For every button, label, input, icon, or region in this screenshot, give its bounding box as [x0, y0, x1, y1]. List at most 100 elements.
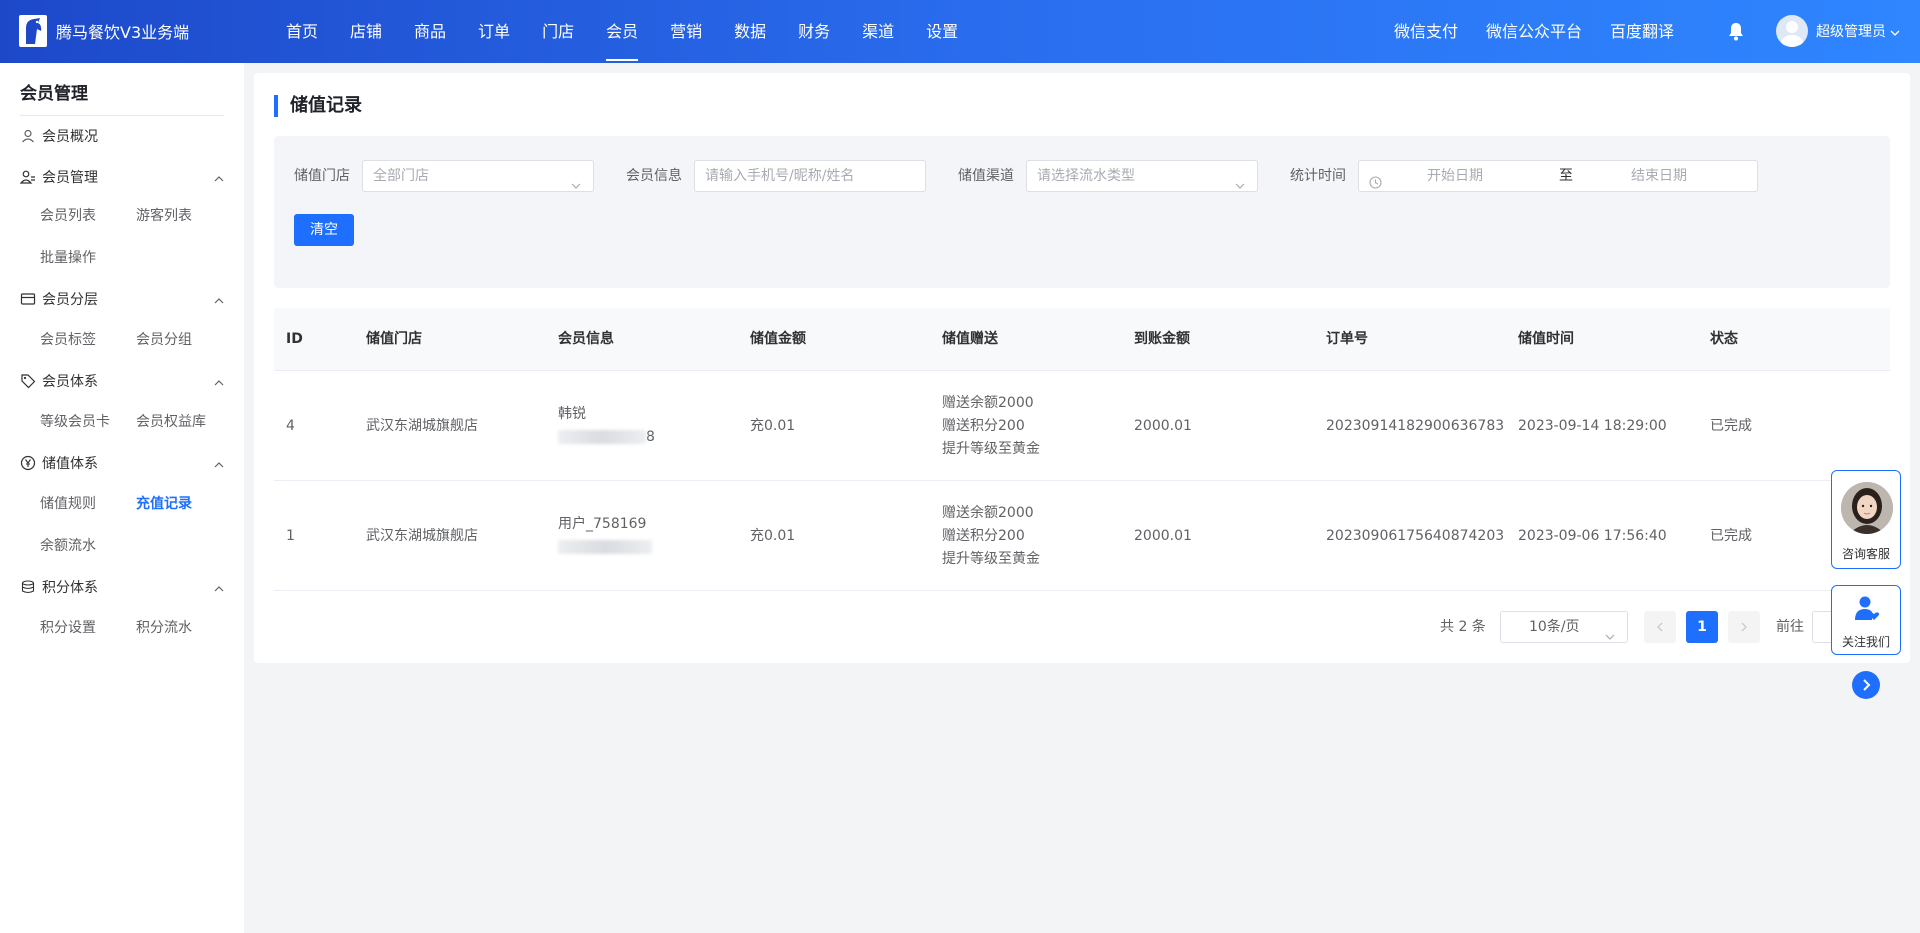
sidebar-item-guest-list[interactable]: 游客列表	[136, 205, 192, 225]
link-wechat-pay[interactable]: 微信支付	[1380, 0, 1472, 63]
channel-filter-label: 储值渠道	[958, 168, 1014, 184]
cell-amount: 充0.01	[750, 417, 796, 434]
sidebar-item-member-tags[interactable]: 会员标签	[40, 329, 96, 349]
date-range-picker[interactable]: 开始日期 至 结束日期	[1358, 160, 1758, 192]
chevron-up-icon	[214, 458, 224, 468]
chevron-left-icon	[1657, 622, 1663, 632]
member-filter-label: 会员信息	[626, 168, 682, 184]
page-size-select[interactable]: 10条/页	[1500, 611, 1628, 643]
collapse-float-button[interactable]	[1852, 671, 1880, 699]
sidebar-item-points-flow[interactable]: 积分流水	[136, 617, 192, 637]
member-search-input[interactable]: 请输入手机号/昵称/姓名	[694, 160, 926, 192]
member-name: 韩锐	[558, 406, 586, 422]
member-phone	[558, 536, 652, 559]
table-header: ID 储值门店 会员信息 储值金额 储值赠送 到账金额 订单号 储值时间 状态	[274, 308, 1890, 371]
cell-member: 韩锐 8	[558, 371, 655, 481]
member-search-placeholder: 请输入手机号/昵称/姓名	[705, 168, 855, 184]
top-links: 微信支付 微信公众平台 百度翻译	[1380, 0, 1688, 63]
chevron-up-icon	[214, 172, 224, 182]
cell-received: 2000.01	[1134, 527, 1192, 544]
nav-shop[interactable]: 店铺	[334, 0, 398, 63]
gift-line: 赠送余额2000	[942, 504, 1034, 521]
cell-status: 已完成	[1710, 527, 1752, 544]
nav-orders[interactable]: 订单	[462, 0, 526, 63]
nav-data[interactable]: 数据	[718, 0, 782, 63]
tag-icon	[20, 373, 36, 389]
sidebar-item-level-card[interactable]: 等级会员卡	[40, 411, 110, 431]
next-page-button[interactable]	[1728, 611, 1760, 643]
clear-button[interactable]: 清空	[294, 214, 354, 246]
cell-order-no: 20230914182900636783	[1326, 417, 1505, 434]
col-member: 会员信息	[558, 331, 614, 347]
top-navbar: 腾马餐饮V3业务端 首页 店铺 商品 订单 门店 会员 营销 数据 财务 渠道 …	[0, 0, 1920, 63]
gift-line: 赠送积分200	[942, 417, 1025, 434]
user-heart-icon	[1853, 594, 1881, 626]
table-row[interactable]: 1 武汉东湖城旗舰店 用户_758169 充0.01 赠送余额2000 赠送积分…	[274, 481, 1890, 591]
records-table: ID 储值门店 会员信息 储值金额 储值赠送 到账金额 订单号 储值时间 状态 …	[274, 308, 1890, 591]
nav-members[interactable]: 会员	[590, 0, 654, 63]
sidebar-group-member-manage[interactable]: 会员管理	[19, 166, 224, 188]
chevron-up-icon	[214, 294, 224, 304]
follow-us-widget[interactable]: 关注我们	[1831, 585, 1901, 655]
sidebar-group-label: 会员管理	[42, 170, 98, 186]
sidebar-item-batch-ops[interactable]: 批量操作	[40, 247, 96, 267]
service-agent-avatar	[1841, 482, 1893, 534]
logo[interactable]: 腾马餐饮V3业务端	[18, 14, 189, 48]
col-time: 储值时间	[1518, 331, 1574, 347]
sidebar-item-balance-flow[interactable]: 余额流水	[40, 535, 96, 555]
app-title: 腾马餐饮V3业务端	[56, 23, 190, 42]
bell-icon[interactable]	[1725, 20, 1747, 42]
page-title: 储值记录	[274, 95, 362, 117]
store-filter-label: 储值门店	[294, 168, 350, 184]
sidebar-item-member-groups[interactable]: 会员分组	[136, 329, 192, 349]
nav-stores[interactable]: 门店	[526, 0, 590, 63]
sidebar-item-recharge-records[interactable]: 充值记录	[136, 493, 192, 513]
sidebar-group-member-layer[interactable]: 会员分层	[20, 288, 224, 310]
gift-line: 赠送余额2000	[942, 394, 1034, 411]
sidebar-group-points[interactable]: 积分体系	[20, 576, 224, 598]
user-menu[interactable]: 超级管理员	[1776, 15, 1900, 47]
cell-order-no: 20230906175640874203	[1326, 527, 1505, 544]
sidebar-item-stored-rules[interactable]: 储值规则	[40, 493, 96, 513]
cell-id: 4	[286, 417, 295, 434]
pagination: 共 2 条 10条/页 1 前往	[254, 611, 1910, 643]
col-order-no: 订单号	[1326, 331, 1368, 347]
avatar	[1776, 15, 1808, 47]
sidebar-group-label: 会员分层	[42, 292, 98, 308]
sidebar-item-benefit-library[interactable]: 会员权益库	[136, 411, 206, 431]
customer-service-widget[interactable]: 咨询客服	[1831, 470, 1901, 569]
content-card: 储值记录 储值门店 全部门店 会员信息 请输入手机号/昵称/姓名 储值渠道 请选…	[254, 73, 1910, 663]
nav-channels[interactable]: 渠道	[846, 0, 910, 63]
link-wechat-official[interactable]: 微信公众平台	[1472, 0, 1596, 63]
prev-page-button[interactable]	[1644, 611, 1676, 643]
channel-select[interactable]: 请选择流水类型	[1026, 160, 1258, 192]
link-baidu-translate[interactable]: 百度翻译	[1596, 0, 1688, 63]
col-id: ID	[286, 331, 303, 347]
gift-line: 提升等级至黄金	[942, 550, 1040, 567]
sidebar-item-member-list[interactable]: 会员列表	[40, 205, 96, 225]
follow-label: 关注我们	[1841, 635, 1890, 649]
cell-id: 1	[286, 527, 295, 544]
col-gift: 储值赠送	[942, 331, 998, 347]
store-select[interactable]: 全部门店	[362, 160, 594, 192]
page-number-current[interactable]: 1	[1686, 611, 1718, 643]
nav-home[interactable]: 首页	[270, 0, 334, 63]
chevron-right-icon	[1863, 679, 1871, 691]
nav-finance[interactable]: 财务	[782, 0, 846, 63]
sidebar-item-points-settings[interactable]: 积分设置	[40, 617, 96, 637]
end-date-placeholder: 结束日期	[1631, 168, 1687, 184]
nav-settings[interactable]: 设置	[910, 0, 974, 63]
cell-status: 已完成	[1710, 417, 1752, 434]
user-name: 超级管理员	[1816, 24, 1886, 40]
sidebar-item-overview[interactable]: 会员概况	[20, 125, 224, 147]
table-row[interactable]: 4 武汉东湖城旗舰店 韩锐 8 充0.01 赠送余额2000 赠送积分200 提…	[274, 371, 1890, 481]
nav-marketing[interactable]: 营销	[654, 0, 718, 63]
col-status: 状态	[1710, 331, 1738, 347]
page-size-value: 10条/页	[1529, 619, 1580, 635]
sidebar-group-stored-value[interactable]: 储值体系	[20, 452, 224, 474]
sidebar-group-member-system[interactable]: 会员体系	[20, 370, 224, 392]
sidebar-group-label: 会员体系	[42, 374, 98, 390]
gift-line: 提升等级至黄金	[942, 440, 1040, 457]
horse-logo-icon	[18, 14, 48, 48]
nav-goods[interactable]: 商品	[398, 0, 462, 63]
